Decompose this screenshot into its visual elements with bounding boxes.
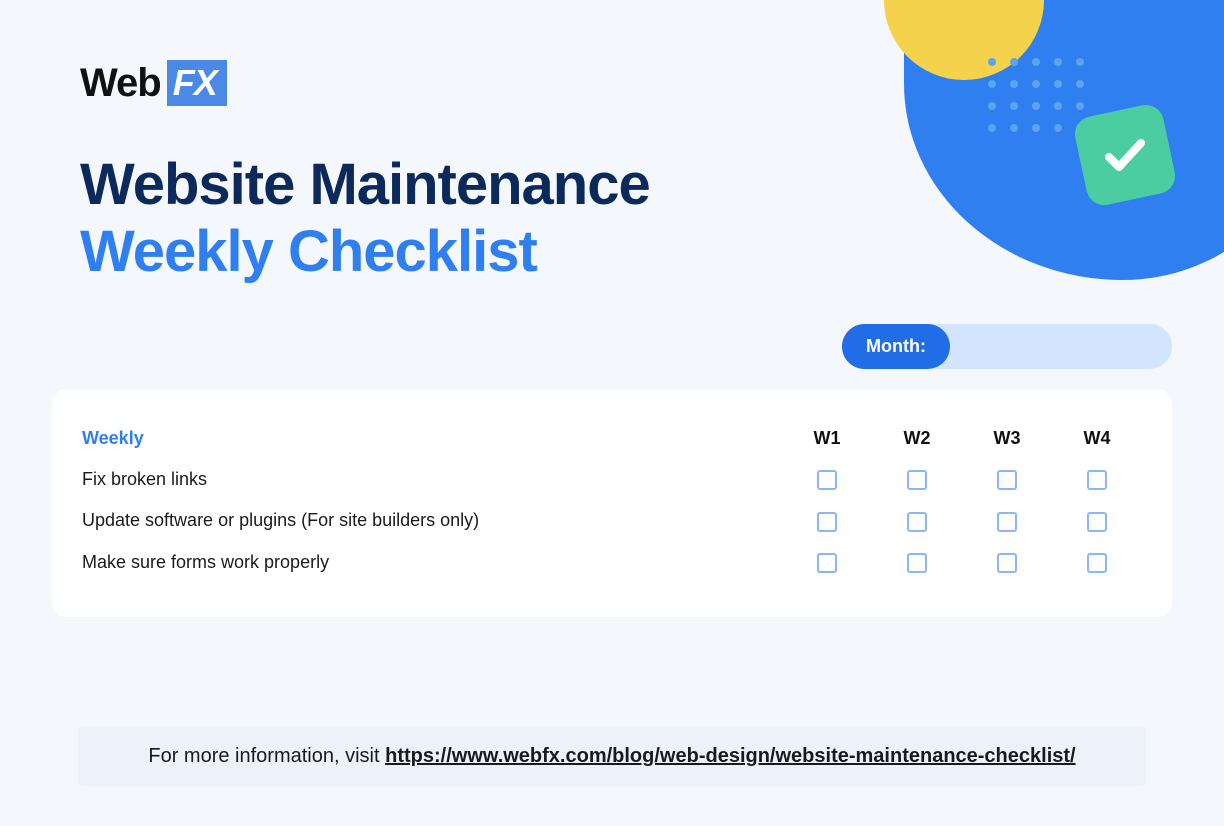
month-label: Month: <box>842 324 950 369</box>
checklist-table: Weekly W1 W2 W3 W4 Fix broken links Upda… <box>82 418 1142 583</box>
webfx-logo: Web FX <box>80 60 227 106</box>
checkbox-r3-w2[interactable] <box>907 553 927 573</box>
checkbox-r1-w3[interactable] <box>997 470 1017 490</box>
table-row: Make sure forms work properly <box>82 542 1142 583</box>
task-label: Fix broken links <box>82 459 782 500</box>
checkbox-r2-w4[interactable] <box>1087 512 1107 532</box>
footer-link[interactable]: https://www.webfx.com/blog/web-design/we… <box>385 745 1076 767</box>
logo-text: Web <box>80 61 161 106</box>
task-label: Update software or plugins (For site bui… <box>82 500 782 541</box>
footer-prefix: For more information, visit <box>148 745 385 767</box>
checkbox-r2-w2[interactable] <box>907 512 927 532</box>
column-header-w2: W2 <box>872 418 962 459</box>
footer-info: For more information, visit https://www.… <box>78 727 1146 786</box>
logo-box-text: FX <box>167 60 227 106</box>
checkbox-r3-w3[interactable] <box>997 553 1017 573</box>
headline-line1: Website Maintenance <box>80 152 650 219</box>
page-title: Website Maintenance Weekly Checklist <box>80 152 650 285</box>
column-header-w1: W1 <box>782 418 872 459</box>
section-header: Weekly <box>82 418 782 459</box>
checkmark-badge-icon <box>1072 102 1179 209</box>
column-header-w3: W3 <box>962 418 1052 459</box>
table-row: Update software or plugins (For site bui… <box>82 500 1142 541</box>
column-header-w4: W4 <box>1052 418 1142 459</box>
dot-grid-decoration <box>988 58 1084 132</box>
headline-line2: Weekly Checklist <box>80 219 650 286</box>
checkbox-r3-w4[interactable] <box>1087 553 1107 573</box>
table-row: Fix broken links <box>82 459 1142 500</box>
checkbox-r2-w1[interactable] <box>817 512 837 532</box>
checkbox-r3-w1[interactable] <box>817 553 837 573</box>
checklist-card: Weekly W1 W2 W3 W4 Fix broken links Upda… <box>52 390 1172 617</box>
month-selector[interactable]: Month: <box>842 324 1172 369</box>
checkbox-r1-w2[interactable] <box>907 470 927 490</box>
task-label: Make sure forms work properly <box>82 542 782 583</box>
checkbox-r1-w1[interactable] <box>817 470 837 490</box>
checkbox-r1-w4[interactable] <box>1087 470 1107 490</box>
checkbox-r2-w3[interactable] <box>997 512 1017 532</box>
